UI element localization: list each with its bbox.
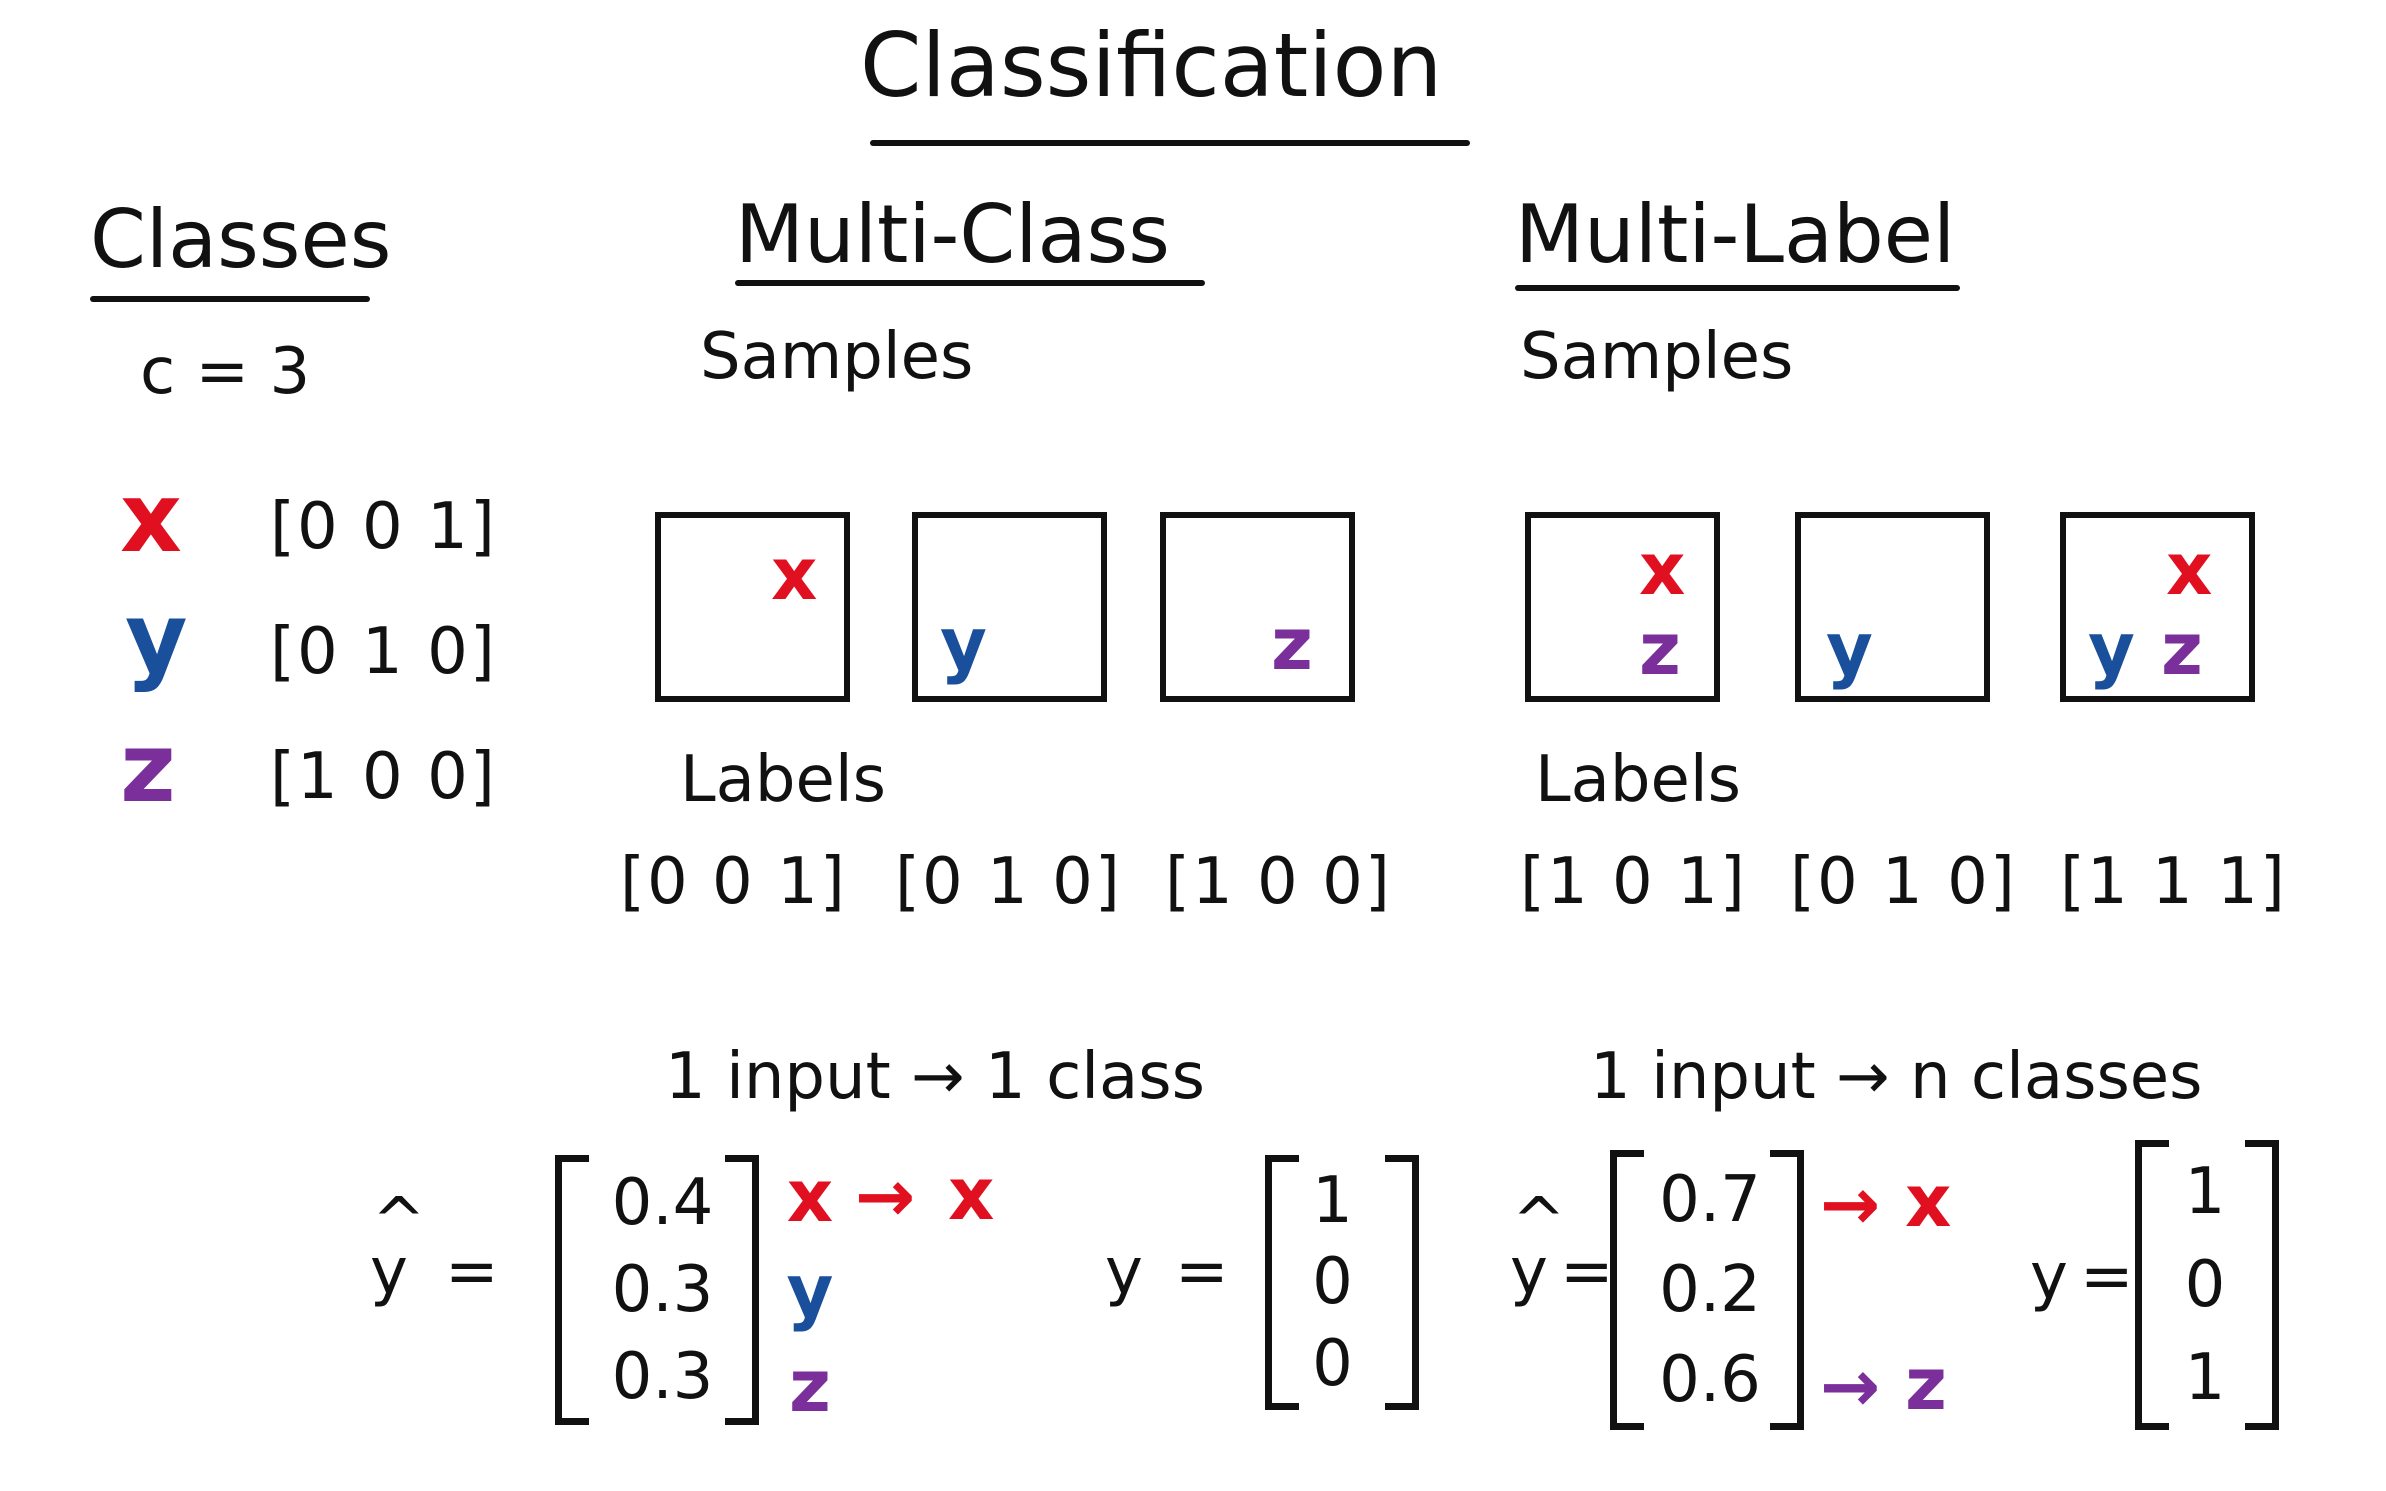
- mc-pred-symbol-z: z: [789, 1343, 831, 1428]
- ml-sample-box-2: y: [1795, 512, 1990, 702]
- mc-yhat-hat: ^: [372, 1185, 426, 1259]
- mc-pred-bracket-left: [555, 1155, 589, 1425]
- multi-class-labels-label: Labels: [680, 743, 886, 817]
- ml-pred-arrow-3: →: [1820, 1344, 1881, 1428]
- mc-pred-values: 0.4 0.3 0.3: [590, 1160, 735, 1420]
- ml-yhat-hat: ^: [1512, 1185, 1566, 1259]
- title-underline: [870, 140, 1470, 146]
- page-title: Classification: [860, 14, 1443, 117]
- ml-pred-result-x: x: [1905, 1159, 1952, 1243]
- mc-pred-value-1: 0.4: [611, 1166, 714, 1241]
- ml-target-value-3: 1: [2184, 1341, 2226, 1416]
- ml-sample-box-3: x y z: [2060, 512, 2255, 702]
- multi-label-samples-label: Samples: [1520, 320, 1794, 394]
- mc-pred-symbol-y: y: [786, 1248, 834, 1333]
- mc-target-y: y: [1105, 1235, 1143, 1309]
- ml-pred-values: 0.7 0.2 0.6: [1640, 1155, 1780, 1425]
- class-z-symbol: z: [120, 712, 176, 824]
- multi-class-underline: [735, 280, 1205, 286]
- mc-sample-box-2: y: [912, 512, 1107, 702]
- multi-label-rule: 1 input → n classes: [1590, 1040, 2203, 1114]
- class-count: c = 3: [140, 335, 311, 409]
- mc-target-values: 1 0 0: [1285, 1160, 1380, 1405]
- class-x-vector: [0 0 1]: [270, 490, 497, 564]
- ml-pred-value-1: 0.7: [1659, 1163, 1761, 1237]
- ml-sample-box-1: x z: [1525, 512, 1720, 702]
- ml-target-value-2: 0: [2184, 1247, 2226, 1322]
- mc-yhat-equals: =: [445, 1235, 499, 1309]
- ml-sample-3-z: z: [2161, 607, 2203, 691]
- mc-sample-2-y: y: [940, 602, 987, 686]
- ml-pred-value-2: 0.2: [1659, 1253, 1761, 1327]
- mc-sample-3-z: z: [1271, 602, 1313, 686]
- class-y-symbol: y: [125, 582, 188, 694]
- mc-label-1: [0 0 1]: [620, 845, 847, 919]
- class-x-symbol: x: [120, 462, 182, 574]
- mc-label-2: [0 1 0]: [895, 845, 1122, 919]
- ml-sample-1-z: z: [1639, 607, 1681, 691]
- mc-pred-symbol-x: x: [786, 1153, 834, 1238]
- ml-pred-result-z: z: [1905, 1342, 1947, 1426]
- ml-target-bracket-right: [2245, 1140, 2279, 1430]
- mc-target-value-3: 0: [1312, 1327, 1353, 1402]
- mc-pred-arrow: →: [855, 1154, 916, 1238]
- ml-label-2: [0 1 0]: [1790, 845, 2017, 919]
- ml-pred-bracket-right: [1770, 1150, 1804, 1430]
- multi-class-heading: Multi-Class: [735, 188, 1170, 281]
- mc-label-3: [1 0 0]: [1165, 845, 1392, 919]
- ml-sample-3-x: x: [2166, 527, 2213, 611]
- ml-target-equals: =: [2080, 1240, 2134, 1314]
- mc-pred-bracket-right: [725, 1155, 759, 1425]
- multi-class-samples-label: Samples: [700, 320, 974, 394]
- ml-yhat-equals: =: [1560, 1235, 1614, 1309]
- ml-target-value-1: 1: [2184, 1154, 2226, 1229]
- ml-sample-1-x: x: [1639, 527, 1686, 611]
- mc-sample-box-1: x: [655, 512, 850, 702]
- classes-heading: Classes: [90, 193, 392, 286]
- classes-underline: [90, 296, 370, 302]
- class-y-vector: [0 1 0]: [270, 615, 497, 689]
- ml-sample-3-y: y: [2088, 607, 2135, 691]
- ml-label-1: [1 0 1]: [1520, 845, 1747, 919]
- mc-pred-value-2: 0.3: [611, 1252, 714, 1327]
- class-z-vector: [1 0 0]: [270, 740, 497, 814]
- ml-pred-arrow-1: →: [1820, 1162, 1881, 1246]
- mc-target-bracket-right: [1385, 1155, 1419, 1410]
- mc-pred-class-symbols: x y z: [775, 1148, 845, 1433]
- ml-target-values: 1 0 1: [2160, 1145, 2250, 1425]
- ml-label-3: [1 1 1]: [2060, 845, 2287, 919]
- mc-pred-value-3: 0.3: [611, 1339, 714, 1414]
- mc-target-value-1: 1: [1312, 1163, 1353, 1238]
- mc-target-value-2: 0: [1312, 1245, 1353, 1320]
- mc-target-equals: =: [1175, 1235, 1229, 1309]
- multi-label-underline: [1515, 285, 1960, 291]
- mc-pred-result-x: x: [948, 1152, 995, 1236]
- ml-sample-2-y: y: [1826, 607, 1873, 691]
- ml-pred-value-3: 0.6: [1659, 1343, 1761, 1417]
- multi-label-heading: Multi-Label: [1515, 188, 1956, 281]
- ml-pred-bracket-left: [1610, 1150, 1644, 1430]
- multi-label-labels-label: Labels: [1535, 743, 1741, 817]
- mc-sample-box-3: z: [1160, 512, 1355, 702]
- mc-sample-1-x: x: [771, 532, 818, 616]
- multi-class-rule: 1 input → 1 class: [665, 1040, 1205, 1114]
- ml-target-y: y: [2030, 1240, 2068, 1314]
